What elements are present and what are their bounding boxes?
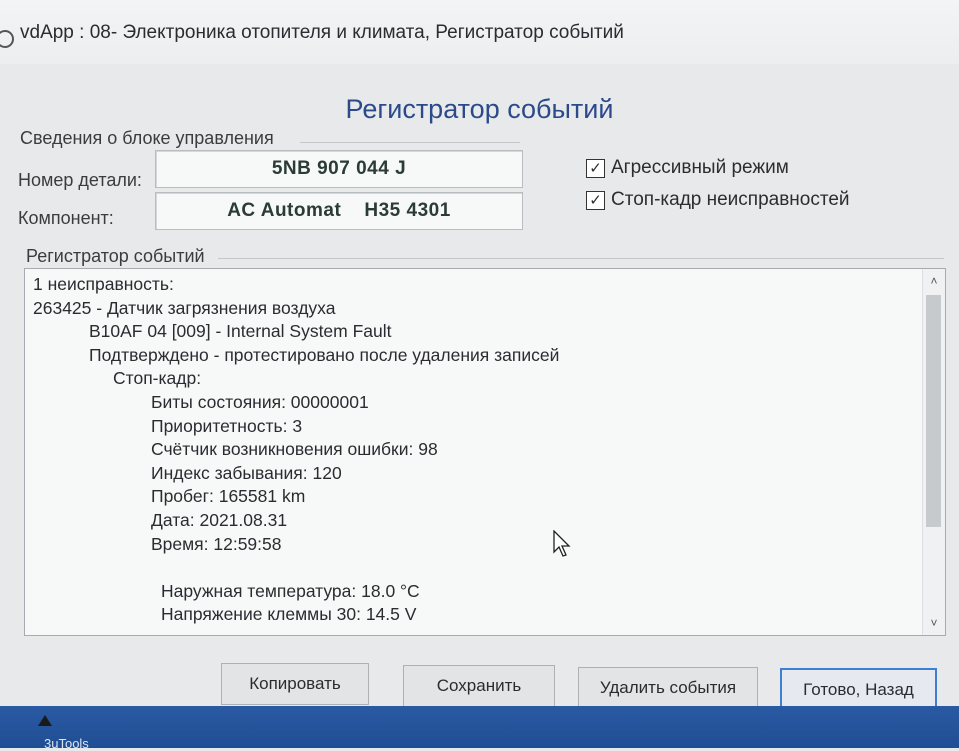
freeze-frame-label: Стоп-кадр неисправностей (611, 189, 850, 210)
scroll-thumb[interactable] (926, 295, 941, 527)
page-title: Регистратор событий (345, 94, 614, 124)
module-info-section-label: Сведения о блоке управления (20, 128, 274, 148)
event-log-box[interactable]: 1 неисправность: 263425 - Датчик загрязне… (24, 268, 946, 636)
event-log-line: Подтверждено - протестировано после удал… (89, 344, 560, 365)
app-shortcut-icon[interactable] (36, 712, 54, 730)
window-titlebar: vdApp : 08- Электроника отопителя и клим… (0, 0, 959, 64)
part-number-field[interactable]: 5NB 907 044 J (155, 150, 523, 188)
part-number-label: Номер детали: (18, 170, 142, 190)
component-field[interactable]: AC Automat H35 4301 (155, 192, 523, 230)
component-label: Компонент: (18, 208, 114, 228)
event-log-line: Счётчик возникновения ошибки: 98 (151, 439, 438, 460)
event-log-line: Индекс забывания: 120 (151, 462, 342, 483)
event-log-group-line (218, 258, 944, 259)
app-icon (0, 30, 14, 48)
mouse-cursor-icon (553, 530, 571, 557)
aggressive-mode-label: Агрессивный режим (611, 157, 789, 178)
module-info-group-line (300, 142, 520, 143)
freeze-frame-checkbox[interactable]: ✓ (586, 190, 605, 210)
event-log-line: B10AF 04 [009] - Internal System Fault (89, 321, 392, 342)
event-log-line: 263425 - Датчик загрязнения воздуха (33, 297, 336, 318)
aggressive-mode-option[interactable]: ✓ Агрессивный режим (586, 157, 789, 179)
event-log-scrollbar[interactable]: ˄ ˅ (922, 269, 945, 635)
freeze-frame-option[interactable]: ✓ Стоп-кадр неисправностей (586, 189, 850, 211)
event-log-line: Пробег: 165581 km (151, 486, 306, 507)
event-log-section-label: Регистратор событий (26, 246, 205, 266)
event-log-line: 1 неисправность: (33, 274, 174, 294)
event-log-line: Наружная температура: 18.0 °C (161, 580, 420, 601)
window-title: vdApp : 08- Электроника отопителя и клим… (20, 22, 624, 43)
taskbar-item-label[interactable]: 3uTools (44, 736, 89, 751)
event-log-line: Приоритетность: 3 (151, 415, 303, 436)
event-log-line: Биты состояния: 00000001 (151, 391, 369, 412)
copy-button[interactable]: Копировать (221, 663, 369, 705)
delete-events-button[interactable]: Удалить события (578, 667, 758, 709)
event-log-text: 1 неисправность: 263425 - Датчик загрязне… (25, 269, 923, 635)
scroll-down-icon[interactable]: ˅ (923, 613, 945, 633)
scroll-up-icon[interactable]: ˄ (923, 271, 945, 291)
event-log-line: Дата: 2021.08.31 (151, 509, 288, 530)
taskbar: 3uTools (0, 706, 959, 751)
save-button[interactable]: Сохранить (403, 665, 555, 707)
event-log-line (33, 556, 923, 580)
aggressive-mode-checkbox[interactable]: ✓ (586, 158, 605, 178)
event-log-line: Время: 12:59:58 (151, 533, 282, 554)
event-log-line: Стоп-кадр: (113, 368, 202, 389)
event-log-line: Напряжение клеммы 30: 14.5 V (161, 604, 417, 625)
